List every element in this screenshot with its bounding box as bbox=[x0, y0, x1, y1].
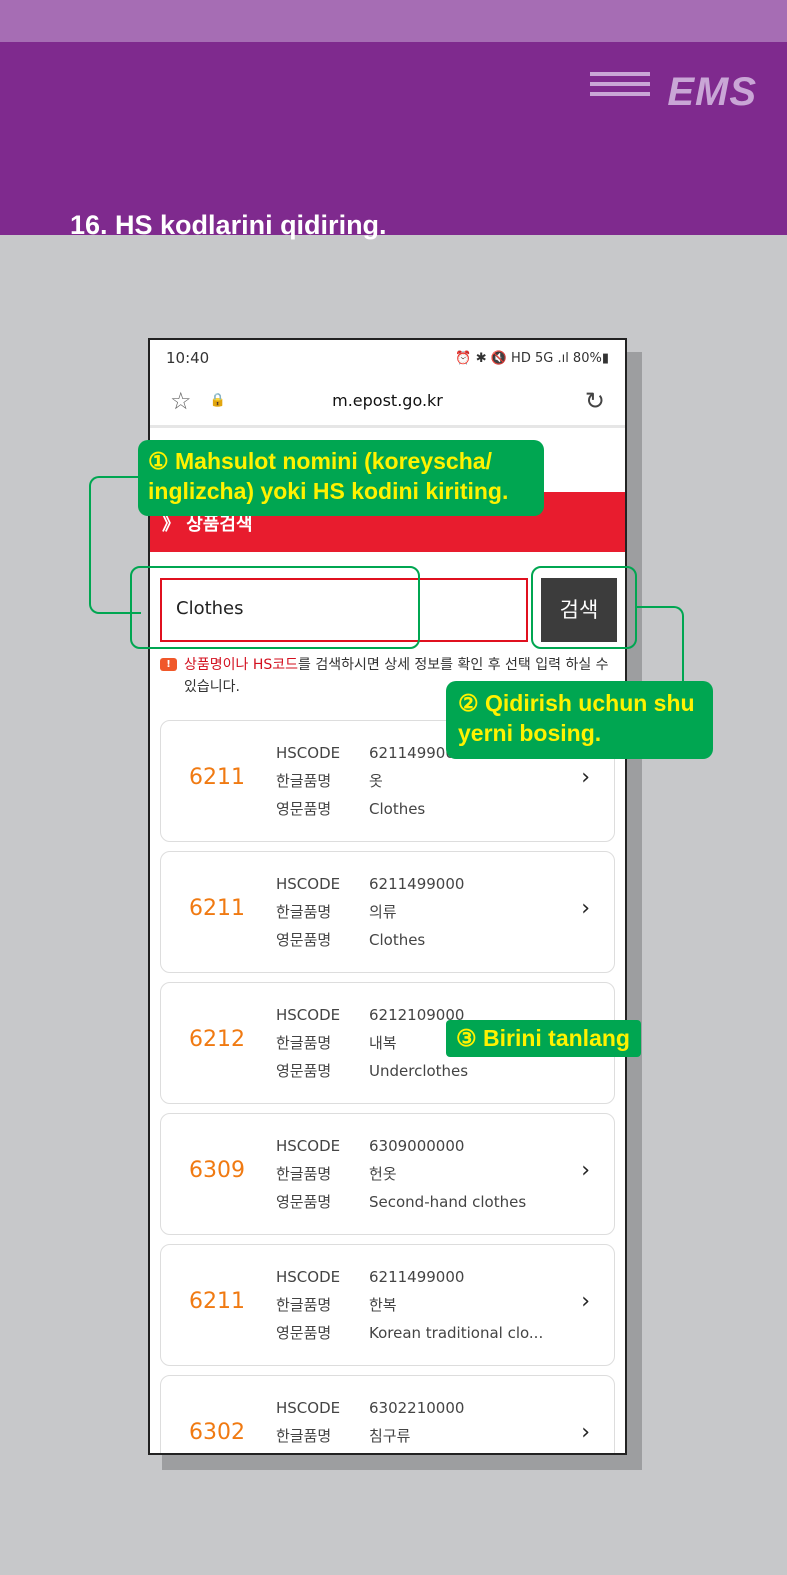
english-name-value: Second-hand clothes bbox=[369, 1193, 527, 1211]
hscode-value: 6302210000 bbox=[369, 1399, 465, 1417]
english-name-label: 영문품명 bbox=[276, 1193, 332, 1211]
korean-name-label: 한글품명 bbox=[276, 1165, 332, 1183]
result-code: 6211 bbox=[189, 896, 245, 921]
annotation-1: ① Mahsulot nomini (koreyscha/ inglizcha)… bbox=[138, 440, 544, 516]
search-button-highlight bbox=[531, 566, 637, 649]
english-name-label: 영문품명 bbox=[276, 1450, 369, 1453]
status-bar: 10:40 ⏰ ✱ 🔇 HD 5G .ıl 80%▮ bbox=[150, 340, 625, 376]
result-code: 6211 bbox=[189, 765, 245, 790]
english-name-label: 영문품명 bbox=[276, 800, 332, 818]
hscode-label: HSCODE bbox=[276, 1399, 341, 1417]
result-card[interactable]: 6211 HSCODE 6211499000 한글품명 한복 영문품명 Korean … bbox=[160, 1244, 615, 1366]
result-card[interactable]: 6309 HSCODE 6309000000 한글품명 헌옷 영문품명 Second-… bbox=[160, 1113, 615, 1235]
top-band bbox=[0, 0, 787, 42]
status-icons: ⏰ ✱ 🔇 HD 5G .ıl 80%▮ bbox=[455, 350, 609, 366]
english-name-value: Clothes bbox=[369, 800, 426, 818]
hscode-label: HSCODE bbox=[276, 1006, 341, 1024]
connector-1 bbox=[89, 476, 141, 614]
english-name-label: 영문품명 bbox=[276, 931, 332, 949]
chevron-right-icon[interactable]: › bbox=[581, 1420, 590, 1445]
hscode-label: HSCODE bbox=[276, 1268, 341, 1286]
hscode-value: 6211499000 bbox=[369, 1268, 465, 1286]
reload-icon[interactable]: ↻ bbox=[585, 387, 605, 415]
ems-logo: EMS bbox=[667, 70, 757, 114]
result-card[interactable]: 6211 HSCODE 6211499000 한글품명 의류 영문품명 Clothes… bbox=[160, 851, 615, 973]
lock-icon: 🔒 bbox=[209, 393, 226, 408]
hscode-label: HSCODE bbox=[276, 744, 341, 762]
result-code: 6212 bbox=[189, 1027, 245, 1052]
korean-name-value: 내복 bbox=[369, 1034, 397, 1052]
korean-name-label: 한글품명 bbox=[276, 1034, 332, 1052]
korean-name-value: 의류 bbox=[369, 903, 397, 921]
korean-name-value: 침구류 bbox=[369, 1427, 411, 1445]
search-input-highlight bbox=[130, 566, 420, 649]
hscode-label: HSCODE bbox=[276, 1137, 341, 1155]
alert-icon: ! bbox=[160, 658, 177, 671]
korean-name-label: 한글품명 bbox=[276, 1296, 332, 1314]
hscode-label: HSCODE bbox=[276, 875, 341, 893]
hscode-value: 6211499000 bbox=[369, 875, 465, 893]
browser-url-bar: ☆ 🔒 m.epost.go.kr ↻ bbox=[150, 376, 625, 428]
korean-name-value: 한복 bbox=[369, 1296, 397, 1314]
chevron-right-icon[interactable]: › bbox=[581, 896, 590, 921]
ems-logo-lines bbox=[590, 72, 650, 102]
annotation-2: ② Qidirish uchun shu yerni bosing. bbox=[446, 681, 713, 759]
english-name-value: Korean traditional clo... bbox=[369, 1324, 544, 1342]
result-card[interactable]: 6302 HSCODE 6302210000 한글품명 침구류 영문품명 › bbox=[160, 1375, 615, 1453]
annotation-3: ③ Birini tanlang bbox=[446, 1020, 641, 1057]
chevron-right-icon[interactable]: › bbox=[581, 1158, 590, 1183]
korean-name-label: 한글품명 bbox=[276, 903, 332, 921]
status-time: 10:40 bbox=[166, 349, 210, 367]
page-title: 16. HS kodlarini qidiring. bbox=[70, 210, 387, 240]
korean-name-label: 한글품명 bbox=[276, 772, 332, 790]
english-name-label: 영문품명 bbox=[276, 1324, 332, 1342]
chevron-right-icon[interactable]: › bbox=[581, 1289, 590, 1314]
star-icon[interactable]: ☆ bbox=[170, 387, 192, 415]
result-code: 6309 bbox=[189, 1158, 245, 1183]
english-name-value: Underclothes bbox=[369, 1062, 469, 1080]
result-code: 6211 bbox=[189, 1289, 245, 1314]
korean-name-value: 헌옷 bbox=[369, 1165, 397, 1183]
korean-name-label: 한글품명 bbox=[276, 1427, 332, 1445]
english-name-value: Clothes bbox=[369, 931, 426, 949]
english-name-label: 영문품명 bbox=[276, 1062, 332, 1080]
korean-name-value: 옷 bbox=[369, 772, 383, 790]
header-banner: EMS 16. HS kodlarini qidiring. bbox=[0, 42, 787, 240]
hscode-value: 6309000000 bbox=[369, 1137, 465, 1155]
chevron-right-icon[interactable]: › bbox=[581, 765, 590, 790]
result-code: 6302 bbox=[189, 1420, 245, 1445]
connector-2 bbox=[637, 606, 684, 686]
